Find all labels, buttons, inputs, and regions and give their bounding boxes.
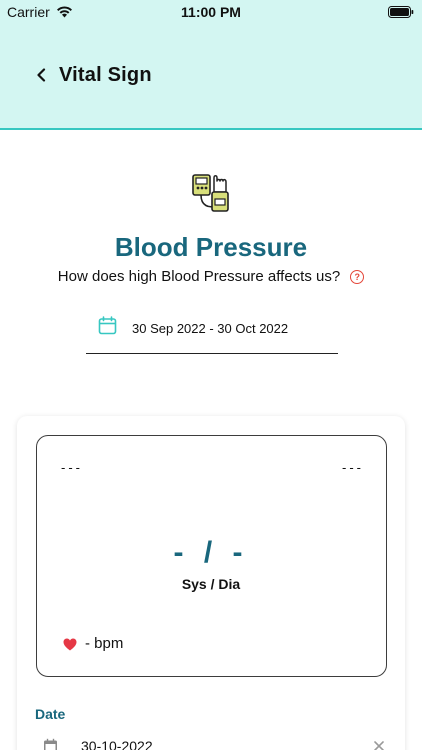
blood-pressure-value: - / -: [173, 536, 249, 569]
header-title: Vital Sign: [59, 64, 152, 86]
subtitle-text: How does high Blood Pressure affects us?: [57, 268, 341, 285]
chevron-left-icon: [37, 68, 46, 82]
app-header: Vital Sign: [0, 24, 422, 130]
date-field[interactable]: 30-10-2022: [35, 734, 385, 750]
status-bar: Carrier 11:00 PM: [0, 0, 422, 24]
heart-icon: [63, 638, 77, 651]
date-range-picker[interactable]: 30 Sep 2022 - 30 Oct 2022: [86, 312, 338, 354]
date-range-value: 30 Sep 2022 - 30 Oct 2022: [132, 321, 289, 336]
heart-rate-value: - bpm: [85, 635, 124, 652]
subtitle-row: How does high Blood Pressure affects us?…: [0, 268, 422, 285]
page-title: Blood Pressure: [114, 232, 308, 262]
reading-box[interactable]: --- --- - / - Sys / Dia - bpm: [36, 435, 387, 677]
date-label: Date: [35, 706, 66, 722]
battery-icon: [388, 6, 414, 18]
blood-pressure-monitor-icon: [192, 174, 229, 212]
back-button[interactable]: [32, 64, 50, 86]
close-icon[interactable]: [373, 740, 385, 750]
calendar-icon: [44, 738, 57, 750]
sys-dia-label: Sys / Dia: [181, 576, 241, 592]
question-circle-icon[interactable]: ?: [350, 269, 365, 284]
date-field-value: 30-10-2022: [81, 738, 153, 750]
reading-right-label: ---: [342, 460, 364, 475]
calendar-icon: [98, 316, 117, 335]
status-time: 11:00 PM: [181, 4, 241, 20]
reading-left-label: ---: [61, 460, 83, 475]
reading-card: --- --- - / - Sys / Dia - bpm Date 30-10…: [17, 416, 405, 750]
